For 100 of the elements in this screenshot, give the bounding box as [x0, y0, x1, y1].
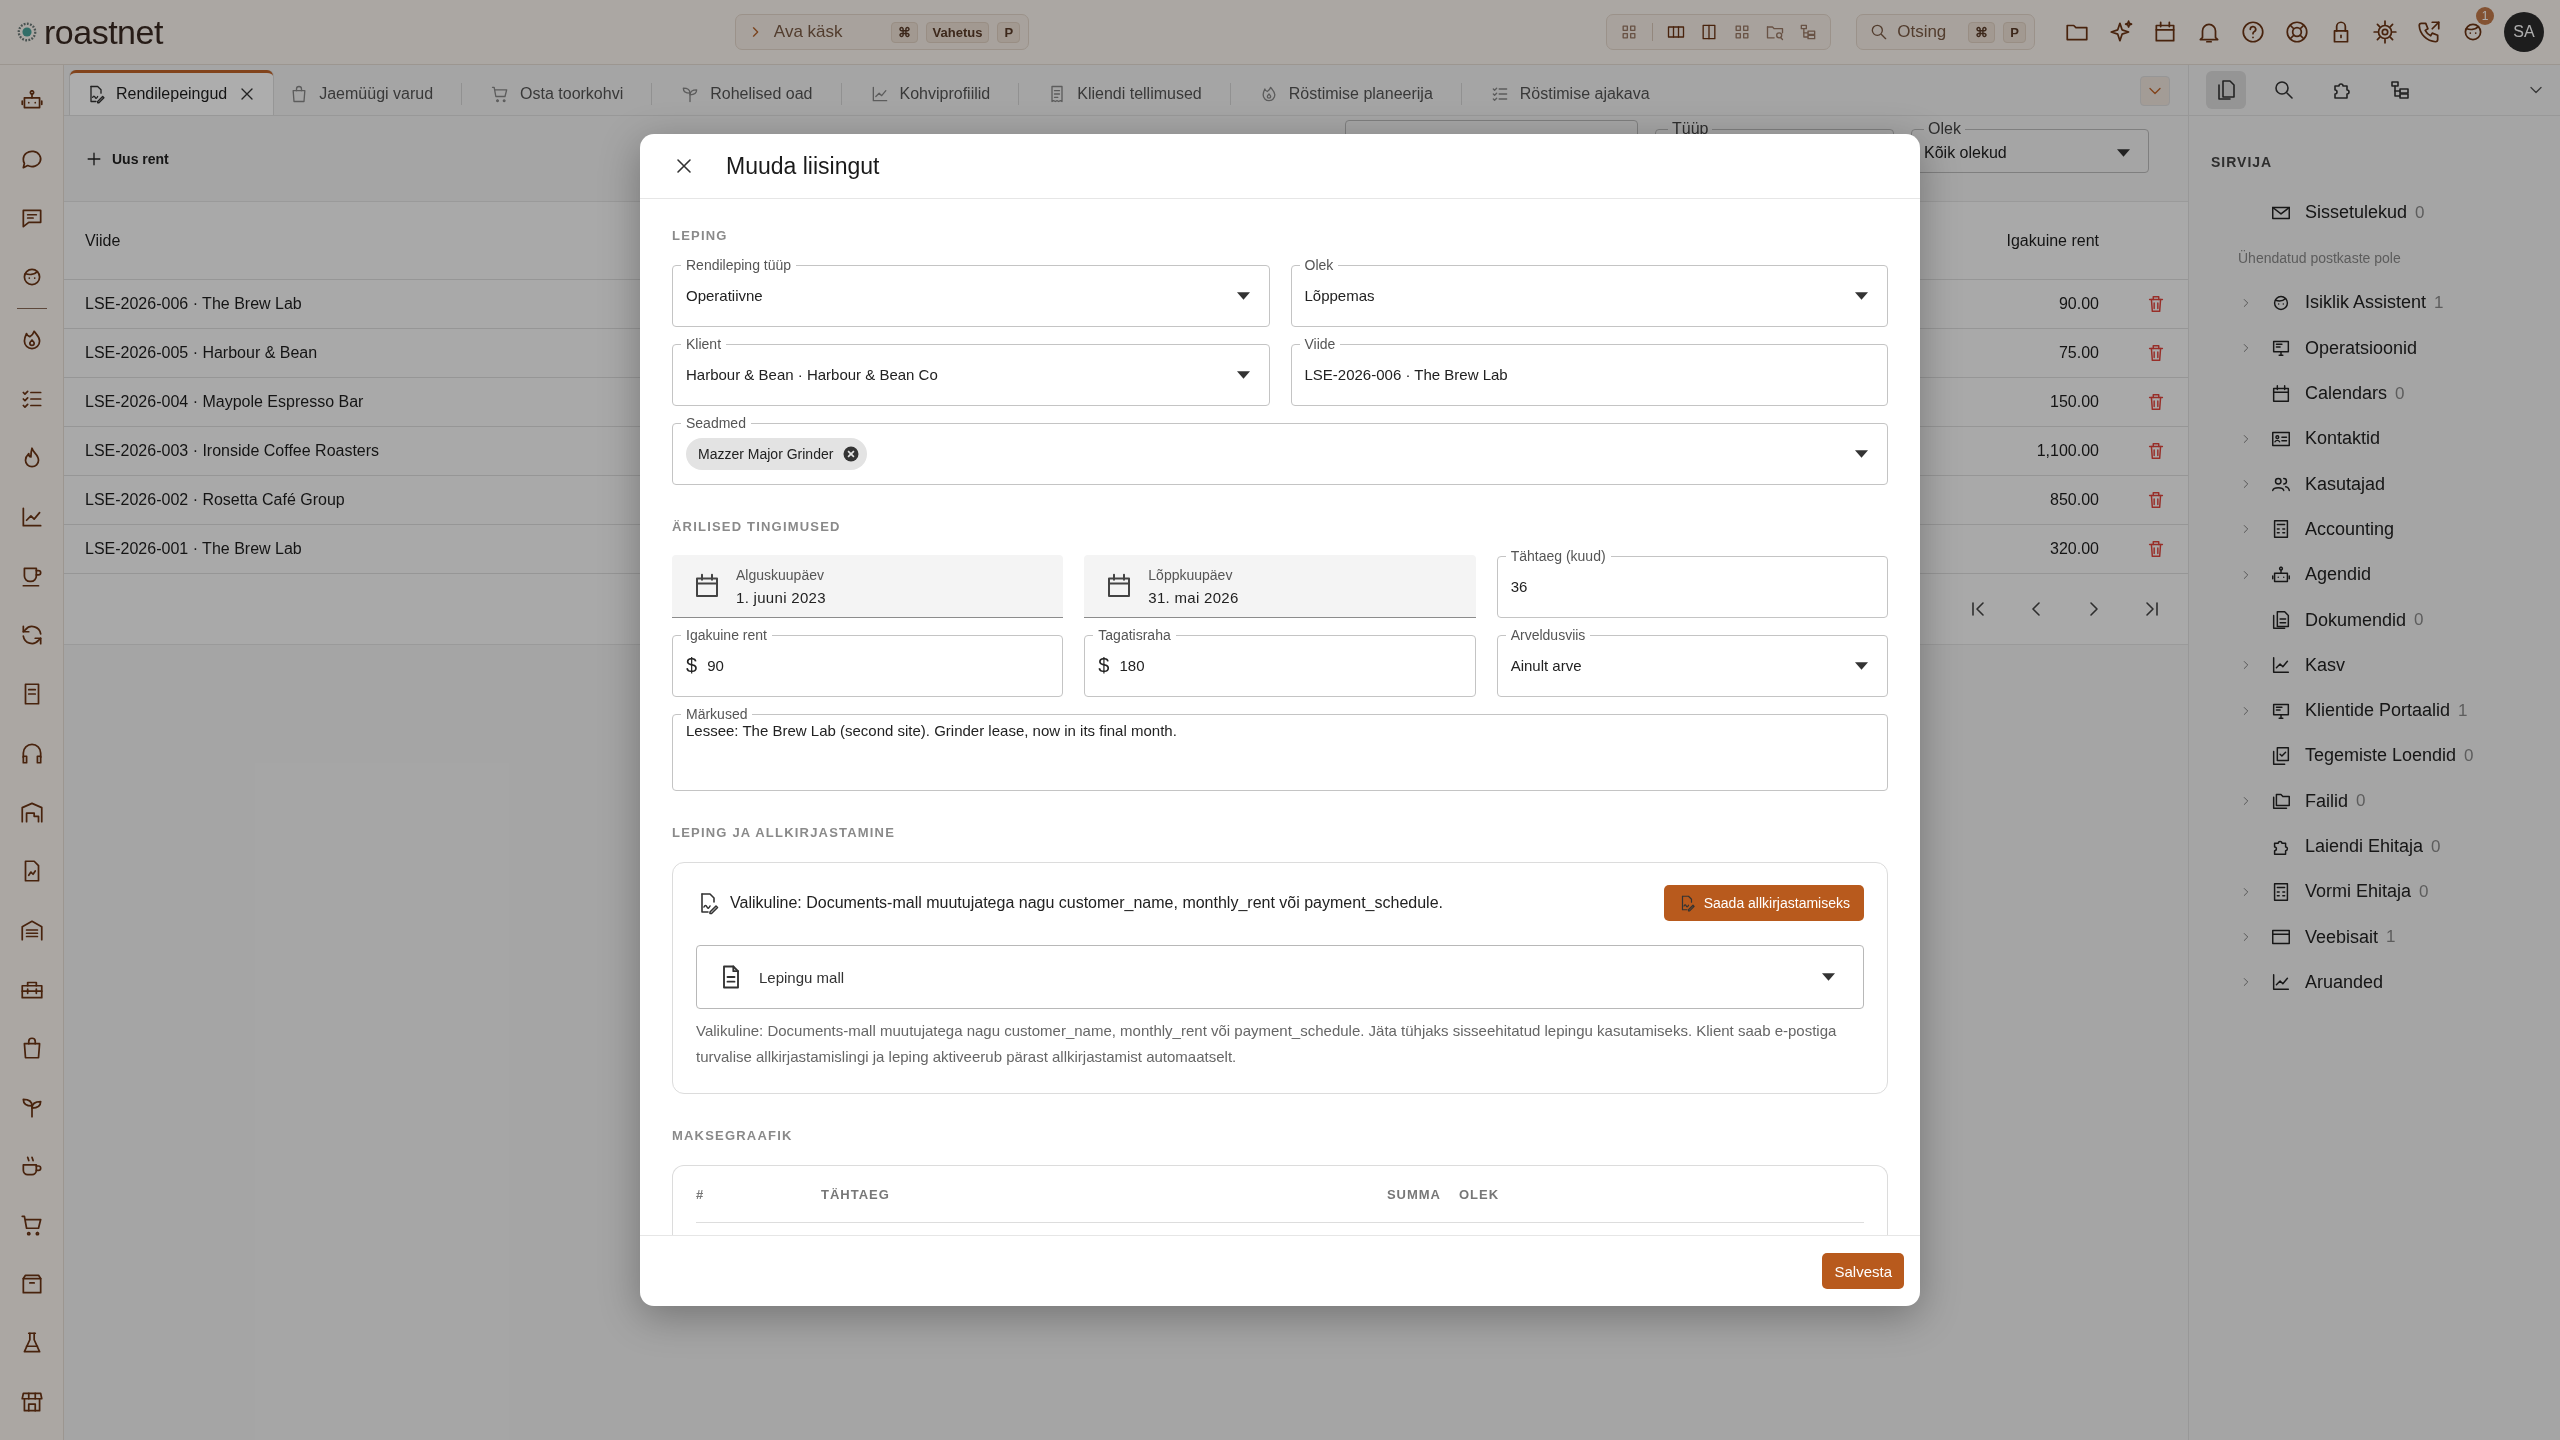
tab[interactable]: Osta toorkohvi — [474, 73, 640, 115]
section-heading: LEPING — [672, 228, 729, 244]
tree-item[interactable]: Aruanded — [2239, 959, 2560, 1006]
caret-icon — [1822, 973, 1835, 981]
date-field[interactable]: Lõppkuupäev 31. mai 2026 — [1084, 555, 1476, 618]
panel-title: SIRVIJA — [2211, 154, 2274, 170]
tree-icon — [2388, 78, 2412, 102]
tree-item[interactable]: Kasutajad — [2239, 461, 2560, 507]
field-label: Tagatisraha — [1097, 627, 1172, 643]
lifebuoy-icon[interactable] — [2284, 19, 2310, 45]
column-header: # — [696, 1186, 706, 1202]
tree-item[interactable]: Tegemiste Loendid 0 — [2239, 733, 2560, 779]
tree-item[interactable]: Agendid — [2239, 552, 2560, 598]
help-icon[interactable] — [2240, 19, 2266, 45]
tree-item[interactable]: Vormi Ehitaja 0 — [2239, 869, 2560, 915]
settings-icon[interactable] — [2372, 19, 2398, 45]
field-value: 1. juuni 2023 — [736, 588, 826, 606]
tree-item[interactable]: Kasv — [2239, 642, 2560, 688]
field-label: Viide — [1303, 336, 1337, 352]
input-field[interactable]: Igakuine rent $ 90 — [672, 627, 1064, 697]
tab[interactable]: Röstimise ajakava — [1473, 73, 1666, 115]
tree-item[interactable]: Kontaktid — [2239, 416, 2560, 462]
notes-field[interactable]: Märkused Lessee: The Brew Lab (second site). Grinder lease, now in its final month. — [672, 706, 1888, 791]
section-heading: ÄRILISED TINGIMUSED — [672, 519, 842, 535]
empty-note: Ühendatud postkaste pole — [2238, 248, 2402, 268]
select-field[interactable]: Klient Harbour & Bean · Harbour & Bean Co — [672, 336, 1270, 406]
tree-item[interactable]: Dokumendid 0 — [2239, 597, 2560, 643]
search-field[interactable]: Otsing ⌘ P — [1856, 14, 2035, 50]
table-cell-text: 75.00 — [2057, 344, 2099, 362]
store-icon[interactable] — [18, 1389, 45, 1415]
field-label: Igakuine rent — [685, 627, 768, 643]
table-cell: LSE-2026-001 · The Brew Lab — [85, 540, 302, 558]
table-cell-text: 90.00 — [2057, 295, 2099, 313]
input-field[interactable]: Tähtaeg (kuud) 36 — [1496, 548, 1888, 618]
table-cell: LSE-2026-004 · Maypole Espresso Bar — [85, 393, 364, 411]
tab[interactable]: Kliendi tellimused — [1031, 73, 1218, 115]
chip[interactable]: Mazzer Major Grinder — [686, 437, 868, 470]
select-field[interactable]: Olek Lõppemas — [1290, 257, 1888, 327]
field-label: Arveldusviis — [1509, 627, 1587, 643]
tab[interactable]: Röstimise planeerija — [1242, 73, 1449, 115]
field-label: Lõppkuupäev — [1148, 566, 1234, 583]
notification-badge: 1 — [2476, 7, 2494, 25]
tree-item[interactable]: Operatsioonid — [2239, 325, 2560, 371]
section-heading: MAKSEGRAAFIK — [672, 1128, 794, 1144]
dialog-title: Muuda liisingut — [726, 152, 880, 180]
tree-item[interactable]: Accounting — [2239, 506, 2560, 553]
calendar-icon — [2270, 382, 2292, 405]
table-cell-text: 1,100.00 — [2035, 442, 2099, 460]
field-label: Olek — [1303, 257, 1335, 273]
tab[interactable]: Jaemüügi varud — [273, 73, 450, 115]
search-icon — [2272, 78, 2296, 102]
phone-icon[interactable] — [2416, 19, 2442, 45]
select-field[interactable]: Arveldusviis Ainult arve — [1496, 627, 1888, 697]
table-cell-text: 320.00 — [2049, 540, 2099, 558]
currency-symbol: $ — [1098, 654, 1110, 677]
info-text: Valikuline: Documents-mall muutujatega nagu customer_name, monthly_rent või payment_schedule. — [730, 894, 1444, 912]
date-field[interactable]: Alguskuupäev 1. juuni 2023 — [672, 555, 1064, 618]
tree-item[interactable]: Sissetulekud 0 — [2239, 190, 2560, 236]
tree-item[interactable]: Failid 0 — [2239, 778, 2560, 824]
field-label: Klient — [685, 336, 723, 352]
save-button[interactable]: Salvesta — [1822, 1253, 1904, 1289]
command-field[interactable]: Ava käsk ⌘ Vahetus P — [734, 14, 1030, 50]
table-cell: LSE-2026-005 · Harbour & Bean — [85, 344, 318, 362]
caret-icon — [1236, 291, 1250, 300]
table-cell-text: 150.00 — [2049, 393, 2099, 411]
tree-item[interactable]: Veebisait 1 — [2239, 914, 2560, 960]
field-label: Tüüp — [1671, 120, 1710, 138]
send-button[interactable]: Saada allkirjastamiseks — [1663, 885, 1864, 921]
input-field[interactable]: Viide LSE-2026-006 · The Brew Lab — [1290, 336, 1888, 406]
tree-item[interactable]: Calendars 0 — [2239, 370, 2560, 417]
logo-text: roastnet — [44, 12, 163, 52]
select-field[interactable]: Lepingu mall — [696, 945, 1864, 1009]
tab[interactable]: Rohelised oad — [664, 73, 829, 115]
currency-symbol: $ — [686, 654, 698, 677]
help-text: Valikuline: Documents-mall muutujatega nagu customer_name, monthly_rent või payment_schedule. Jäta tühjaks sisseehitatud lepingu kasutamiseks. Klient saab e-postiga turvalise allkirjastamislingi ja leping aktiveerub pärast allkirjastamist automaatselt. — [696, 1021, 1838, 1067]
table-cell: LSE-2026-002 · Rosetta Café Group — [85, 491, 345, 509]
field-label: Alguskuupäev — [736, 566, 825, 583]
caret-icon — [1855, 291, 1868, 300]
tree-item[interactable]: Isiklik Assistent 1 — [2239, 280, 2560, 326]
select-field[interactable]: Seadmed Mazzer Major Grinder — [672, 415, 1888, 485]
caret-icon — [1855, 449, 1868, 458]
column-header: SUMMA — [1385, 1186, 1441, 1202]
documents-icon — [2270, 609, 2292, 631]
caret-icon — [1855, 661, 1868, 670]
key-hint: P — [997, 21, 1021, 43]
panel-tab[interactable] — [2206, 71, 2246, 109]
caret-icon — [2117, 149, 2130, 157]
table-cell-text: 850.00 — [2049, 491, 2099, 509]
select-field[interactable]: Rendileping tüüp Operatiivne — [672, 257, 1270, 327]
column-header: Igakuine rent — [2005, 231, 2099, 250]
key-hint: P — [2003, 21, 2026, 43]
input-field[interactable]: Tagatisraha $ 180 — [1084, 627, 1476, 697]
new-button[interactable]: Uus rent — [84, 148, 169, 169]
tree-item[interactable]: Laiendi Ehitaja 0 — [2239, 823, 2560, 870]
avatar[interactable]: SA — [2504, 12, 2544, 52]
caret-icon — [1236, 370, 1250, 379]
tab[interactable]: Rendilepeingud — [70, 70, 274, 115]
calendar-icon[interactable] — [2152, 19, 2178, 45]
tab[interactable]: Kohviprofiilid — [853, 73, 1007, 115]
tree-item[interactable]: Klientide Portaalid 1 — [2239, 687, 2560, 734]
